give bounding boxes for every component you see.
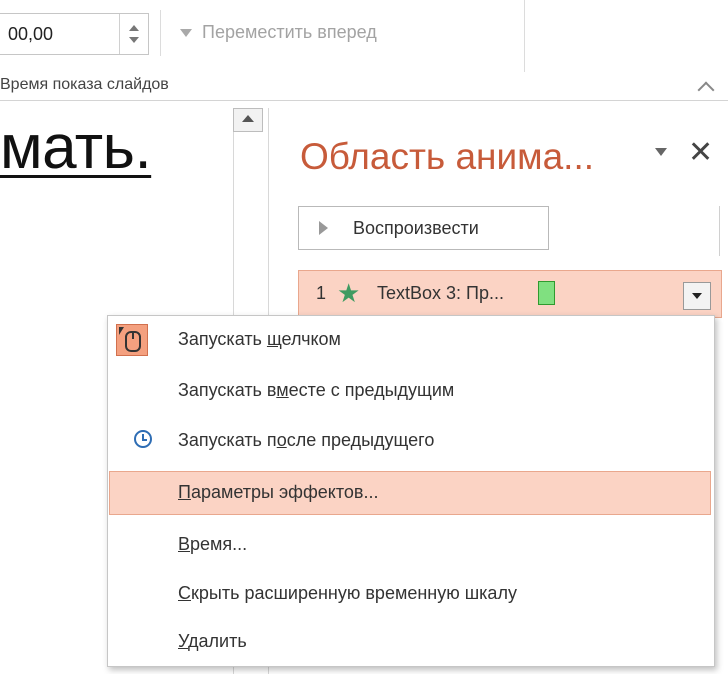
menu-item-label: Запускать щелчком bbox=[178, 329, 341, 349]
close-icon[interactable]: ✕ bbox=[688, 138, 713, 168]
slide-text[interactable]: мать. bbox=[0, 112, 152, 183]
spin-up-icon[interactable] bbox=[129, 25, 139, 31]
menu-item-with-previous[interactable]: Запускать вместе с предыдущим bbox=[110, 370, 710, 412]
ribbon-group-label: Время показа слайдов bbox=[0, 76, 169, 93]
collapse-ribbon-icon[interactable] bbox=[697, 81, 715, 99]
play-icon bbox=[319, 221, 328, 235]
play-label: Воспроизвести bbox=[353, 218, 479, 238]
scroll-up-button[interactable] bbox=[233, 108, 263, 132]
context-menu: Запускать щелчком Запускать вместе с пре… bbox=[107, 315, 715, 667]
menu-item-label: Скрыть расширенную временную шкалу bbox=[178, 583, 517, 603]
menu-item-delete[interactable]: Удалить bbox=[110, 621, 710, 663]
menu-item-after-previous[interactable]: Запускать после предыдущего bbox=[110, 420, 710, 462]
animation-list-item[interactable]: 1 ★ TextBox 3: Пр... bbox=[298, 270, 722, 318]
menu-item-effect-options[interactable]: Параметры эффектов... bbox=[109, 471, 711, 515]
move-forward-label: Переместить вперед bbox=[202, 22, 377, 42]
menu-item-timing[interactable]: Время... bbox=[110, 524, 710, 566]
animation-label: TextBox 3: Пр... bbox=[377, 283, 504, 303]
pane-options-icon[interactable] bbox=[655, 148, 667, 156]
timeline-bar bbox=[538, 281, 555, 305]
menu-item-label: Запускать вместе с предыдущим bbox=[178, 380, 455, 400]
ribbon: 00,00 Переместить вперед Время показа сл… bbox=[0, 0, 728, 101]
mouse-shape bbox=[125, 331, 141, 352]
item-dropdown-button[interactable] bbox=[683, 282, 711, 310]
menu-item-start-on-click[interactable]: Запускать щелчком bbox=[110, 319, 710, 361]
move-forward-button[interactable]: Переместить вперед bbox=[180, 22, 377, 43]
pane-divider bbox=[719, 206, 720, 256]
menu-item-label: Время... bbox=[178, 534, 248, 554]
duration-value[interactable]: 00,00 bbox=[8, 24, 53, 45]
menu-item-label: Удалить bbox=[178, 631, 247, 651]
animation-pane-title: Область анима... bbox=[300, 136, 595, 177]
clock-icon bbox=[134, 430, 152, 448]
cursor-shape bbox=[119, 327, 124, 335]
spin-down-icon[interactable] bbox=[129, 37, 139, 43]
animation-number: 1 bbox=[316, 283, 327, 303]
play-button[interactable]: Воспроизвести bbox=[298, 206, 549, 250]
ribbon-separator bbox=[160, 10, 161, 56]
star-icon: ★ bbox=[337, 278, 361, 308]
spinner-arrows bbox=[119, 14, 148, 54]
menu-item-hide-timeline[interactable]: Скрыть расширенную временную шкалу bbox=[110, 573, 710, 615]
duration-spinner[interactable]: 00,00 bbox=[0, 13, 149, 55]
triangle-down-icon bbox=[180, 29, 192, 38]
menu-item-label: Параметры эффектов... bbox=[178, 482, 379, 502]
ribbon-separator bbox=[524, 0, 525, 72]
mouse-click-icon bbox=[116, 324, 148, 356]
menu-item-label: Запускать после предыдущего bbox=[178, 430, 435, 450]
